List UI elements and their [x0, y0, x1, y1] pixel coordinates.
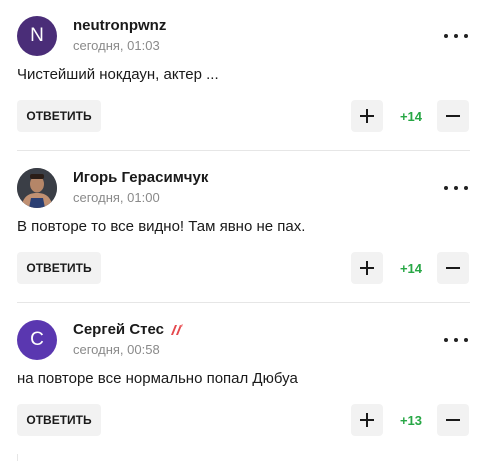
- author-name[interactable]: Игорь Герасимчук: [73, 169, 208, 186]
- avatar[interactable]: [17, 168, 57, 208]
- reply-button[interactable]: ОТВЕТИТЬ: [17, 252, 101, 284]
- comment-divider: [17, 150, 470, 151]
- comment-text: Чистейший нокдаун, актер ...: [17, 66, 219, 83]
- avatar[interactable]: C: [17, 320, 57, 360]
- comment-item: Игорь Герасимчук сегодня, 01:00 В повтор…: [0, 168, 487, 288]
- comment-item: N neutronpwnz сегодня, 01:03 Чистейший н…: [0, 16, 487, 136]
- plus-icon: [360, 413, 374, 427]
- comment-author[interactable]: Игорь Герасимчук: [73, 169, 208, 186]
- plus-icon: [360, 109, 374, 123]
- upvote-button[interactable]: [351, 252, 383, 284]
- minus-icon: [446, 115, 460, 117]
- comment-item: C Сергей Стес сегодня, 00:58 на повторе …: [0, 320, 487, 440]
- thread-line: [17, 454, 18, 461]
- comment-text: на повторе все нормально попал Дюбуа: [17, 370, 298, 387]
- avatar[interactable]: N: [17, 16, 57, 56]
- comment-date: сегодня, 01:03: [73, 38, 160, 53]
- comment-score: +13: [399, 412, 423, 428]
- more-dots-icon[interactable]: [444, 182, 468, 194]
- comment-author[interactable]: Сергей Стес: [73, 321, 184, 338]
- comment-text: В повторе то все видно! Там явно не пах.: [17, 218, 306, 235]
- comment-date: сегодня, 01:00: [73, 190, 160, 205]
- comment-author[interactable]: neutronpwnz: [73, 17, 166, 34]
- minus-icon: [446, 419, 460, 421]
- plus-icon: [360, 261, 374, 275]
- comment-divider: [17, 302, 470, 303]
- avatar-letter: C: [30, 329, 44, 350]
- minus-icon: [446, 267, 460, 269]
- reply-button[interactable]: ОТВЕТИТЬ: [17, 100, 101, 132]
- downvote-button[interactable]: [437, 252, 469, 284]
- upvote-button[interactable]: [351, 404, 383, 436]
- red-badge-icon: [170, 323, 183, 335]
- downvote-button[interactable]: [437, 100, 469, 132]
- downvote-button[interactable]: [437, 404, 469, 436]
- avatar-photo: [17, 168, 57, 208]
- comment-score: +14: [399, 108, 423, 124]
- avatar-letter: N: [30, 25, 44, 46]
- comment-date: сегодня, 00:58: [73, 342, 160, 357]
- more-dots-icon[interactable]: [444, 334, 468, 346]
- author-name[interactable]: neutronpwnz: [73, 17, 166, 34]
- upvote-button[interactable]: [351, 100, 383, 132]
- author-name[interactable]: Сергей Стес: [73, 321, 164, 338]
- more-dots-icon[interactable]: [444, 30, 468, 42]
- reply-button[interactable]: ОТВЕТИТЬ: [17, 404, 101, 436]
- comment-score: +14: [399, 260, 423, 276]
